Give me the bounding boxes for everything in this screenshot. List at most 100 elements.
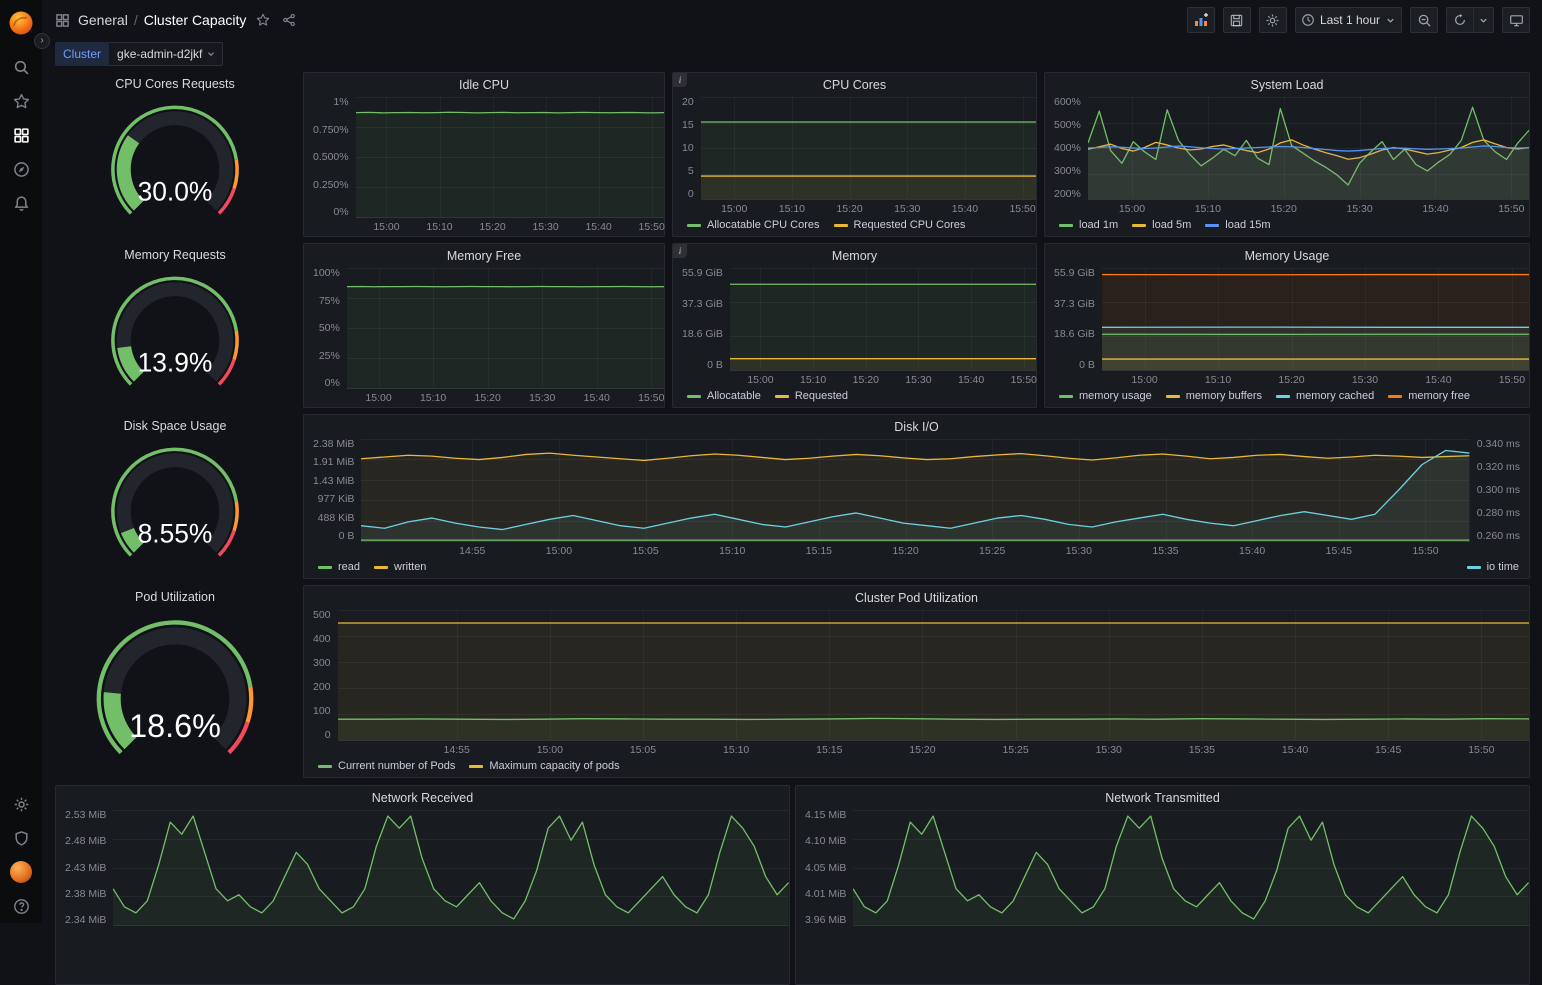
panel-title[interactable]: Idle CPU xyxy=(304,73,664,97)
clock-icon xyxy=(1301,13,1315,27)
legend-swatch xyxy=(1132,224,1146,227)
panel-title[interactable]: Pod Utilization xyxy=(135,585,215,609)
server-admin-shield-icon[interactable] xyxy=(0,821,42,855)
panel-title[interactable]: Disk Space Usage xyxy=(124,414,227,438)
legend-label: load 1m xyxy=(1079,219,1118,231)
time-range-picker[interactable]: Last 1 hour xyxy=(1295,7,1402,33)
legend-swatch xyxy=(1059,224,1073,227)
starred-icon[interactable] xyxy=(0,84,42,118)
explore-compass-icon[interactable] xyxy=(0,152,42,186)
y-tick-label: 0 xyxy=(688,189,694,199)
x-tick-label: 15:40 xyxy=(1425,374,1451,386)
plot-canvas xyxy=(361,439,1469,541)
plot-canvas xyxy=(113,810,789,925)
x-axis: 14:5515:0015:0515:1015:1515:2015:2515:30… xyxy=(338,740,1529,757)
x-tick-label: 15:25 xyxy=(979,545,1005,557)
zoom-out-button[interactable] xyxy=(1410,7,1438,33)
y-tick-label: 4.05 MiB xyxy=(805,863,846,873)
panel-info-icon[interactable]: i xyxy=(673,73,687,87)
breadcrumb-folder[interactable]: General xyxy=(78,12,128,28)
cycle-view-mode-button[interactable] xyxy=(1502,7,1530,33)
legend-item[interactable]: Allocatable xyxy=(687,390,761,402)
panel-title[interactable]: CPU Cores xyxy=(673,73,1036,97)
sidebar-expand-chevron-icon[interactable]: › xyxy=(34,33,50,49)
dashboard-settings-button[interactable] xyxy=(1259,7,1287,33)
x-tick-label: 15:05 xyxy=(632,545,658,557)
y-tick-label: 0 B xyxy=(339,531,355,541)
x-tick-label: 15:20 xyxy=(479,221,505,233)
legend-item[interactable]: load 1m xyxy=(1059,219,1118,231)
x-tick-label: 15:20 xyxy=(909,744,935,756)
legend-label: Current number of Pods xyxy=(338,760,455,772)
panel-title[interactable]: Cluster Pod Utilization xyxy=(304,586,1529,610)
x-tick-label: 15:40 xyxy=(584,392,610,404)
panel-title[interactable]: System Load xyxy=(1045,73,1529,97)
add-panel-button[interactable] xyxy=(1187,7,1215,33)
panel-title[interactable]: Disk I/O xyxy=(304,415,1529,439)
favorite-star-icon[interactable] xyxy=(254,11,272,29)
legend-item[interactable]: memory cached xyxy=(1276,390,1374,402)
x-tick-label: 15:40 xyxy=(952,203,978,215)
legend-item[interactable]: Maximum capacity of pods xyxy=(469,760,619,772)
legend-swatch xyxy=(1276,395,1290,398)
legend-item[interactable]: memory buffers xyxy=(1166,390,1262,402)
save-dashboard-button[interactable] xyxy=(1223,7,1251,33)
panel-title[interactable]: CPU Cores Requests xyxy=(115,72,235,96)
y-tick-label: 100% xyxy=(313,268,340,278)
legend-item[interactable]: Requested CPU Cores xyxy=(834,219,966,231)
refresh-button[interactable] xyxy=(1446,7,1474,33)
panel-cluster-pod-utilization: Cluster Pod Utilization50040030020010001… xyxy=(303,585,1530,778)
alerting-bell-icon[interactable] xyxy=(0,186,42,220)
y-tick-label: 1% xyxy=(333,97,348,107)
help-icon[interactable] xyxy=(0,889,42,923)
legend-item[interactable]: load 15m xyxy=(1205,219,1270,231)
legend-item[interactable]: read xyxy=(318,561,360,573)
legend-item[interactable]: Allocatable CPU Cores xyxy=(687,219,820,231)
refresh-button-group xyxy=(1446,7,1494,33)
dashboards-icon[interactable] xyxy=(0,118,42,152)
legend: memory usage memory buffers memory cached m… xyxy=(1045,389,1529,407)
plot-area: 55.9 GiB37.3 GiB18.6 GiB0 B15:0015:1015:… xyxy=(1045,268,1529,389)
legend-item[interactable]: written xyxy=(374,561,426,573)
x-tick-label: 15:10 xyxy=(1195,203,1221,215)
panel-title[interactable]: Network Received xyxy=(56,786,789,810)
legend-swatch xyxy=(1205,224,1219,227)
legend: Allocatable Requested xyxy=(673,389,1036,407)
panel-title[interactable]: Memory Free xyxy=(304,244,664,268)
panel-info-icon[interactable]: i xyxy=(673,244,687,258)
y-tick-label: 0.500% xyxy=(313,152,349,162)
legend-item[interactable]: memory usage xyxy=(1059,390,1152,402)
y-tick-label: 0.320 ms xyxy=(1477,462,1520,472)
x-tick-label: 15:20 xyxy=(1278,374,1304,386)
y-tick-label: 2.38 MiB xyxy=(65,889,106,899)
x-tick-label: 15:50 xyxy=(1499,374,1525,386)
breadcrumb-dashboard-title[interactable]: Cluster Capacity xyxy=(144,12,247,28)
panel-title[interactable]: Memory Requests xyxy=(124,243,225,267)
legend-label: Allocatable CPU Cores xyxy=(707,219,820,231)
y-tick-label: 10 xyxy=(682,143,694,153)
search-icon[interactable] xyxy=(0,50,42,84)
refresh-interval-caret-icon[interactable] xyxy=(1474,7,1494,33)
legend-item[interactable]: load 5m xyxy=(1132,219,1191,231)
panel-title[interactable]: Network Transmitted xyxy=(796,786,1529,810)
x-tick-label: 15:40 xyxy=(1282,744,1308,756)
gauge-value: 13.9% xyxy=(138,347,213,377)
gauge: 13.9% xyxy=(75,269,275,401)
user-avatar[interactable] xyxy=(0,855,42,889)
legend-item[interactable]: memory free xyxy=(1388,390,1470,402)
y-tick-label: 55.9 GiB xyxy=(682,268,723,278)
grafana-logo[interactable] xyxy=(8,10,34,36)
panel-title[interactable]: Memory xyxy=(673,244,1036,268)
cluster-variable-dropdown[interactable]: Cluster gke-admin-d2jkf xyxy=(55,42,223,66)
plot-canvas xyxy=(356,97,664,217)
legend-swatch xyxy=(687,395,701,398)
x-tick-label: 15:40 xyxy=(1239,545,1265,557)
legend-item[interactable]: io time xyxy=(1467,561,1519,573)
legend-item[interactable]: Requested xyxy=(775,390,848,402)
panel-title[interactable]: Memory Usage xyxy=(1045,244,1529,268)
configuration-gear-icon[interactable] xyxy=(0,787,42,821)
legend-swatch xyxy=(469,765,483,768)
legend-item[interactable]: Current number of Pods xyxy=(318,760,455,772)
variable-value[interactable]: gke-admin-d2jkf xyxy=(109,42,223,66)
share-icon[interactable] xyxy=(280,11,298,29)
